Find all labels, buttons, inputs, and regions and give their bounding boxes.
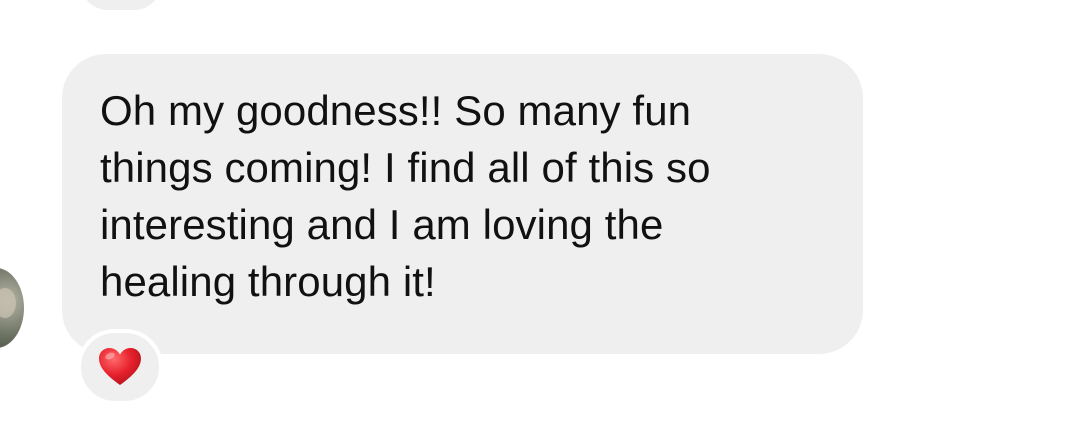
previous-message-bubble (80, 0, 162, 10)
sender-avatar[interactable] (0, 268, 24, 348)
message-text: Oh my goodness!! So many fun things comi… (100, 87, 711, 305)
heart-icon (99, 348, 141, 385)
reaction-badge[interactable] (77, 329, 163, 405)
message-bubble[interactable]: Oh my goodness!! So many fun things comi… (62, 54, 863, 354)
